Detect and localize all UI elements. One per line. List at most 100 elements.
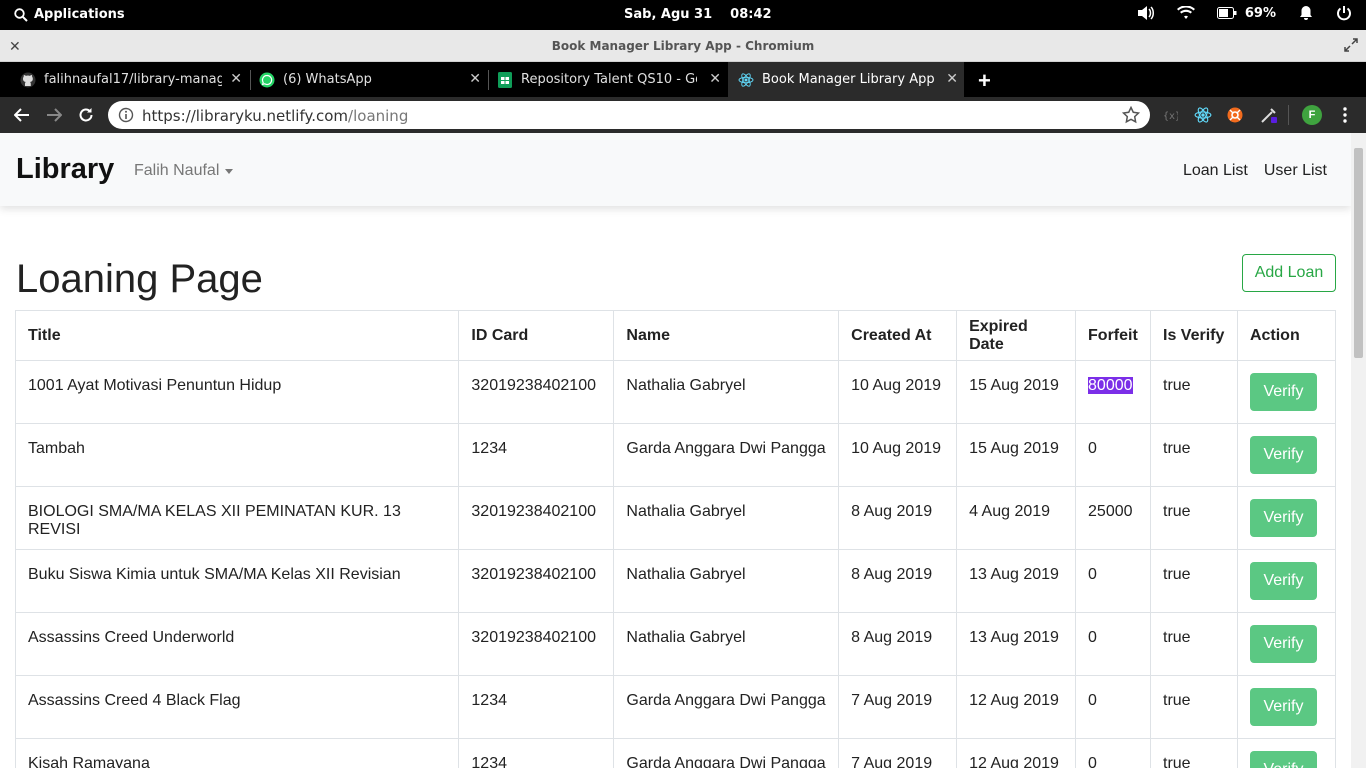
address-bar[interactable]: https://libraryku.netlify.com/loaning: [108, 101, 1150, 129]
close-tab-icon[interactable]: ✕: [946, 71, 958, 87]
table-header-row: Title ID Card Name Created At Expired Da…: [14, 310, 1337, 361]
cell-action: Verify: [1236, 549, 1337, 613]
close-tab-icon[interactable]: ✕: [469, 71, 481, 87]
url-text[interactable]: https://libraryku.netlify.com/loaning: [142, 107, 408, 125]
app-navbar: Library Falih Naufal Loan List User List: [0, 133, 1351, 206]
cell-name: Nathalia Gabryel: [613, 486, 840, 550]
tab-book-manager[interactable]: Book Manager Library App ✕: [728, 62, 964, 97]
verify-button[interactable]: Verify: [1249, 373, 1317, 411]
window-title-bar: ✕ Book Manager Library App - Chromium: [0, 30, 1366, 62]
close-tab-icon[interactable]: ✕: [709, 71, 721, 87]
verify-button[interactable]: Verify: [1249, 688, 1317, 726]
tab-whatsapp[interactable]: (6) WhatsApp ✕: [251, 62, 487, 97]
table-row: BIOLOGI SMA/MA KELAS XII PEMINATAN KUR. …: [14, 486, 1337, 550]
applications-menu[interactable]: Applications: [14, 7, 125, 22]
new-tab-icon[interactable]: +: [978, 68, 991, 94]
page-title: Loaning Page: [16, 257, 263, 301]
menu-kebab-icon[interactable]: [1336, 106, 1354, 124]
cell-title: Tambah: [14, 423, 460, 487]
tab-label: Repository Talent QS10 - Googl: [521, 72, 697, 87]
info-icon[interactable]: [118, 107, 134, 128]
user-dropdown[interactable]: Falih Naufal: [134, 162, 234, 180]
power-icon[interactable]: [1336, 5, 1352, 21]
browser-tab-strip: falihnaufal17/library-managem ✕ (6) What…: [0, 62, 1366, 97]
tab-google-sheets[interactable]: Repository Talent QS10 - Googl ✕: [489, 62, 727, 97]
url-path: /loaning: [348, 107, 409, 125]
table-row: Assassins Creed 4 Black Flag 1234 Garda …: [14, 675, 1337, 739]
header-name: Name: [613, 310, 840, 361]
cell-id-card: 1234: [458, 423, 615, 487]
cell-id-card: 32019238402100: [458, 549, 615, 613]
verify-button[interactable]: Verify: [1249, 751, 1317, 768]
cell-forfeit: 0: [1075, 423, 1151, 487]
forward-arrow-icon[interactable]: [44, 105, 64, 125]
verify-button[interactable]: Verify: [1249, 499, 1317, 537]
verify-button[interactable]: Verify: [1249, 562, 1317, 600]
cell-action: Verify: [1236, 612, 1337, 676]
page-viewport: Library Falih Naufal Loan List User List…: [0, 133, 1366, 768]
cell-created-at: 7 Aug 2019: [838, 675, 958, 739]
clock[interactable]: Sab, Agu 31 08:42: [624, 7, 772, 22]
cell-name: Garda Anggara Dwi Pangga: [613, 423, 840, 487]
caret-down-icon: [225, 168, 234, 174]
cell-id-card: 32019238402100: [458, 612, 615, 676]
extension-code-icon[interactable]: {x}: [1161, 106, 1179, 124]
cell-is-verify: true: [1150, 738, 1238, 768]
nav-link-user-list[interactable]: User List: [1264, 162, 1327, 180]
cell-is-verify: true: [1150, 486, 1238, 550]
cell-is-verify: true: [1150, 423, 1238, 487]
cell-created-at: 10 Aug 2019: [838, 423, 958, 487]
page-scrollbar[interactable]: [1351, 133, 1366, 768]
applications-label: Applications: [34, 7, 125, 22]
add-loan-button[interactable]: Add Loan: [1242, 254, 1336, 292]
nav-link-loan-list[interactable]: Loan List: [1183, 162, 1248, 180]
toolbar-divider: [1288, 105, 1289, 125]
cell-created-at: 8 Aug 2019: [838, 612, 958, 676]
cell-action: Verify: [1236, 360, 1337, 424]
cell-id-card: 1234: [458, 675, 615, 739]
table-row: Tambah 1234 Garda Anggara Dwi Pangga 10 …: [14, 423, 1337, 487]
wifi-icon[interactable]: [1176, 6, 1195, 20]
cell-title: Assassins Creed 4 Black Flag: [14, 675, 460, 739]
verify-button[interactable]: Verify: [1249, 436, 1317, 474]
tab-github[interactable]: falihnaufal17/library-managem ✕: [12, 62, 248, 97]
cell-expired-date: 12 Aug 2019: [956, 738, 1077, 768]
verify-button[interactable]: Verify: [1249, 625, 1317, 663]
restore-window-icon[interactable]: [1344, 38, 1358, 57]
profile-avatar[interactable]: F: [1302, 105, 1322, 125]
cell-forfeit: 0: [1075, 738, 1151, 768]
cell-expired-date: 4 Aug 2019: [956, 486, 1077, 550]
cell-forfeit: 0: [1075, 612, 1151, 676]
table-row: 1001 Ayat Motivasi Penuntun Hidup 320192…: [14, 360, 1337, 424]
cell-is-verify: true: [1150, 549, 1238, 613]
date-label: Sab, Agu 31: [624, 7, 713, 22]
notification-bell-icon[interactable]: [1298, 5, 1314, 21]
cell-action: Verify: [1236, 423, 1337, 487]
cell-forfeit: 0: [1075, 675, 1151, 739]
table-row: Assassins Creed Underworld 3201923840210…: [14, 612, 1337, 676]
extension-orange-icon[interactable]: [1226, 106, 1244, 124]
bookmark-star-icon[interactable]: [1121, 105, 1141, 129]
battery-indicator[interactable]: 69%: [1216, 6, 1276, 21]
tab-label: falihnaufal17/library-managem: [44, 72, 222, 87]
cell-action: Verify: [1236, 675, 1337, 739]
table-row: Buku Siswa Kimia untuk SMA/MA Kelas XII …: [14, 549, 1337, 613]
volume-icon[interactable]: [1137, 5, 1155, 21]
cell-expired-date: 15 Aug 2019: [956, 360, 1077, 424]
cell-action: Verify: [1236, 738, 1337, 768]
color-picker-icon[interactable]: [1260, 106, 1278, 124]
cell-forfeit: 0: [1075, 549, 1151, 613]
cell-name: Nathalia Gabryel: [613, 612, 840, 676]
scrollbar-thumb[interactable]: [1354, 148, 1363, 358]
time-label: 08:42: [730, 7, 772, 22]
cell-forfeit: 25000: [1075, 486, 1151, 550]
brand-logo[interactable]: Library: [16, 153, 114, 186]
close-tab-icon[interactable]: ✕: [230, 71, 242, 87]
header-action: Action: [1236, 310, 1337, 361]
cell-title: Buku Siswa Kimia untuk SMA/MA Kelas XII …: [14, 549, 460, 613]
back-arrow-icon[interactable]: [12, 105, 32, 125]
cell-name: Garda Anggara Dwi Pangga: [613, 675, 840, 739]
reload-icon[interactable]: [76, 105, 96, 125]
react-devtools-icon[interactable]: [1194, 106, 1212, 124]
browser-toolbar: https://libraryku.netlify.com/loaning {x…: [0, 97, 1366, 133]
